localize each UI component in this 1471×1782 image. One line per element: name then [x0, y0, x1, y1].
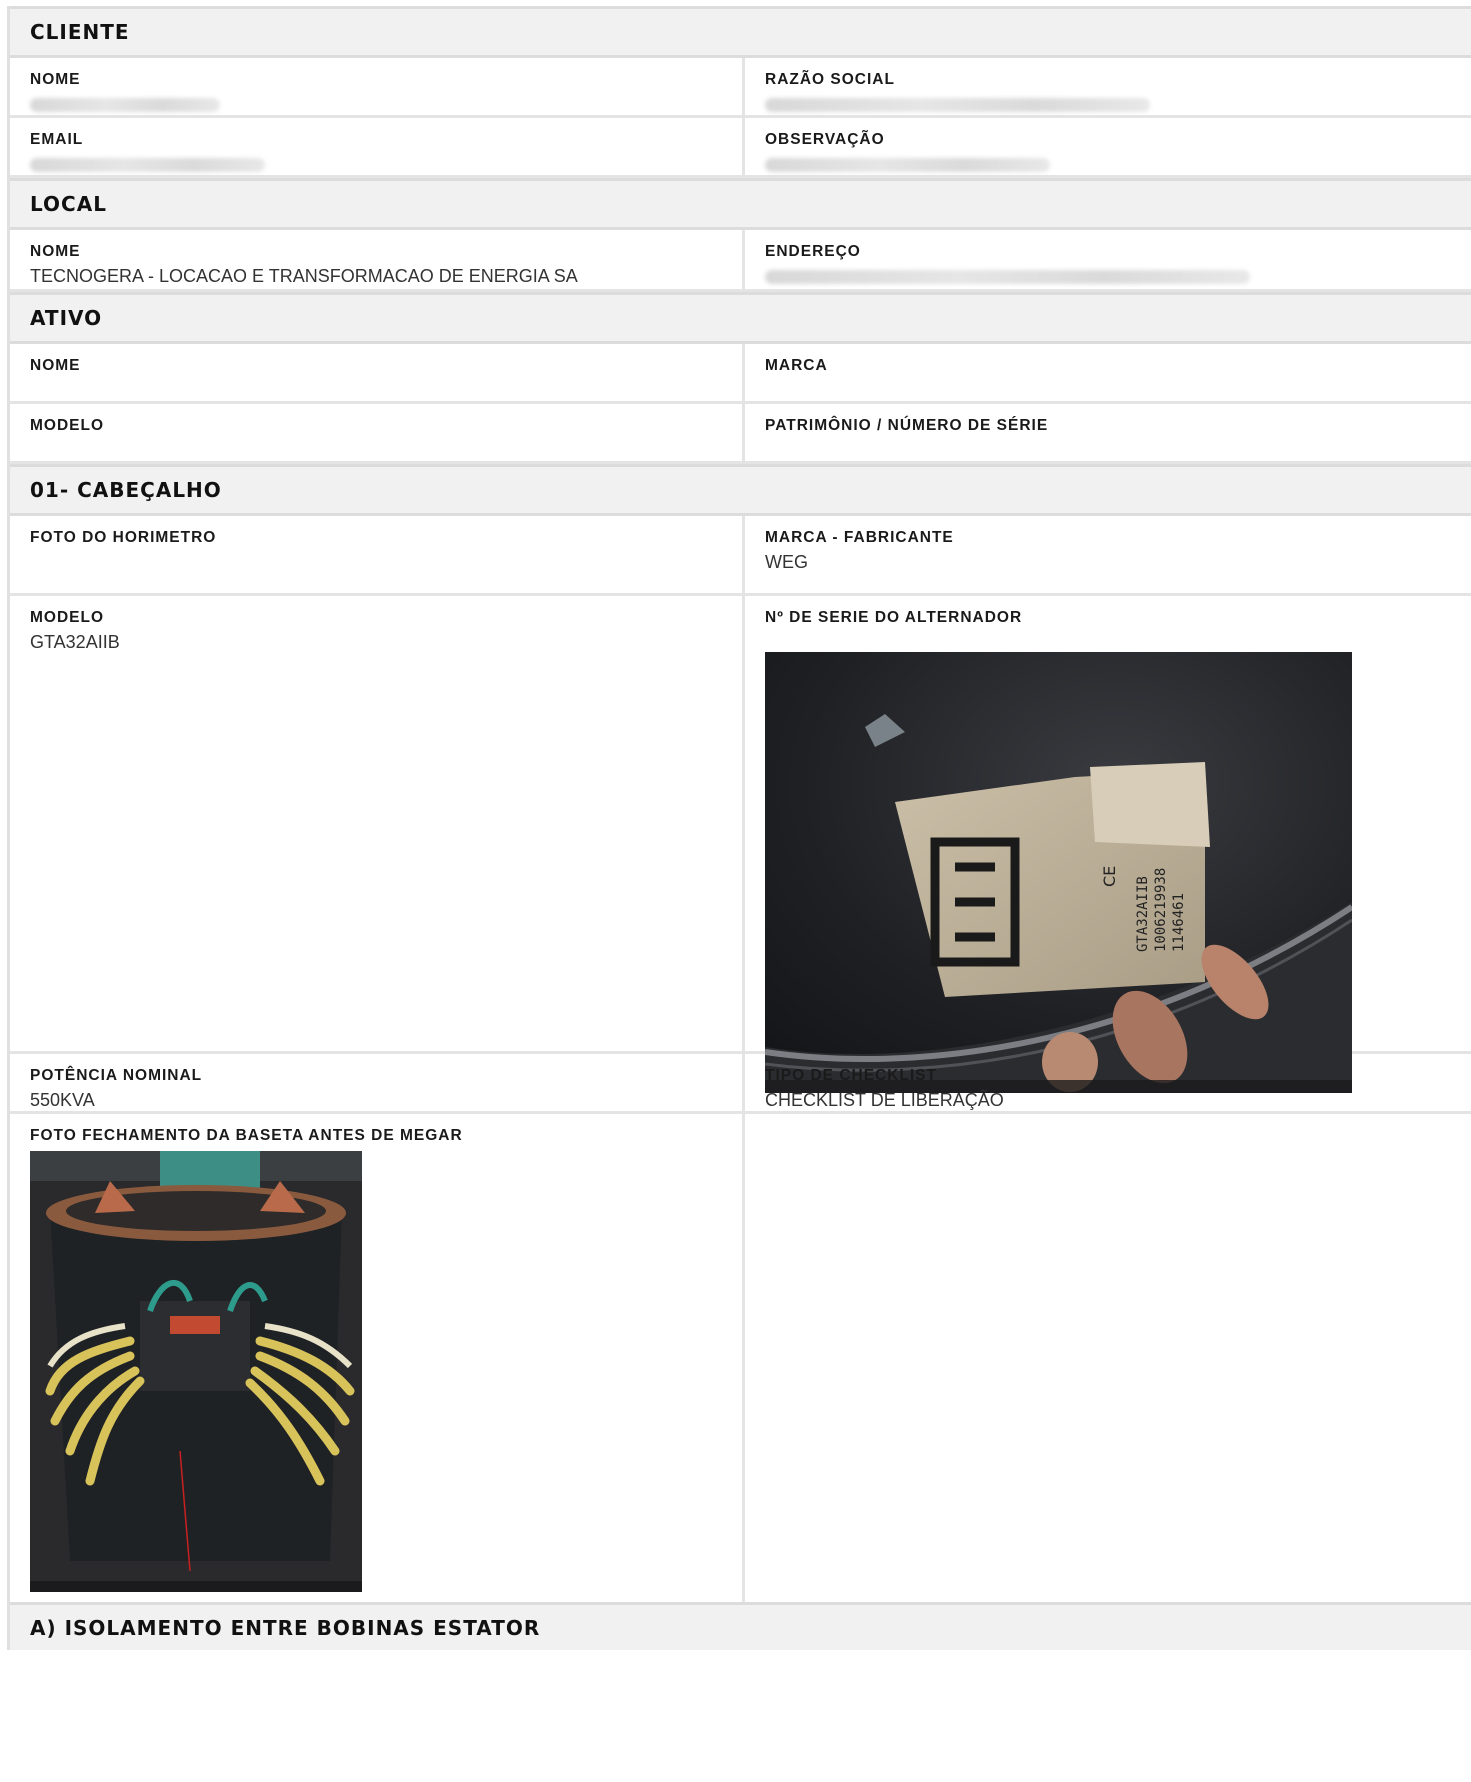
cliente-row-1: NOME RAZÃO SOCIAL — [10, 58, 1471, 118]
section-header-ativo: ATIVO — [10, 292, 1471, 344]
redacted-value — [765, 98, 1150, 112]
cabecalho-row-4: FOTO FECHAMENTO DA BASETA ANTES DE MEGAR — [10, 1114, 1471, 1602]
field-label: MARCA — [765, 357, 828, 374]
serie-alternador-cell: Nº DE SERIE DO ALTERNADOR CE GTA32AIIB 1… — [745, 596, 1471, 1093]
serie-nameplate-photo: CE GTA32AIIB 1006219938 1146461 — [765, 652, 1352, 1093]
svg-text:CE: CE — [1100, 866, 1119, 887]
field-label: FOTO FECHAMENTO DA BASETA ANTES DE MEGAR — [30, 1127, 463, 1144]
modelo-cell: MODELO GTA32AIIB — [10, 596, 745, 1051]
field-value: CHECKLIST DE LIBERAÇÃO — [765, 1090, 1004, 1110]
section-title: ATIVO — [30, 306, 103, 330]
ativo-row-1: NOME MARCA — [10, 344, 1471, 404]
cabecalho-row-2: MODELO GTA32AIIB Nº DE SERIE DO ALTERNAD… — [10, 596, 1471, 1093]
field-value: 550KVA — [30, 1090, 95, 1110]
field-label: TIPO DE CHECKLIST — [765, 1067, 938, 1084]
section-title: 01- CABEÇALHO — [30, 478, 222, 502]
redacted-value — [765, 270, 1250, 284]
field-value: TECNOGERA - LOCACAO E TRANSFORMACAO DE E… — [30, 266, 578, 286]
foto-horimetro-cell: FOTO DO HORIMETRO — [10, 516, 745, 593]
potencia-cell: POTÊNCIA NOMINAL 550KVA — [10, 1054, 745, 1111]
cliente-razao-cell: RAZÃO SOCIAL — [745, 58, 1471, 115]
cliente-row-2: EMAIL OBSERVAÇÃO — [10, 118, 1471, 178]
section-header-cliente: CLIENTE — [10, 6, 1471, 58]
empty-cell — [745, 1114, 1471, 1602]
cliente-obs-cell: OBSERVAÇÃO — [745, 118, 1471, 175]
cliente-nome-cell: NOME — [10, 58, 745, 115]
plate-number-text: 1146461 — [1171, 893, 1187, 952]
field-label: RAZÃO SOCIAL — [765, 71, 895, 88]
field-label: MARCA - FABRICANTE — [765, 529, 954, 546]
cliente-email-cell: EMAIL — [10, 118, 745, 175]
section-header-cabecalho: 01- CABEÇALHO — [10, 464, 1471, 516]
cabecalho-row-3: POTÊNCIA NOMINAL 550KVA TIPO DE CHECKLIS… — [10, 1054, 1471, 1114]
section-title: LOCAL — [30, 192, 107, 216]
local-nome-cell: NOME TECNOGERA - LOCACAO E TRANSFORMACAO… — [10, 230, 745, 289]
section-header-local: LOCAL — [10, 178, 1471, 230]
ativo-row-2: MODELO PATRIMÔNIO / NÚMERO DE SÉRIE — [10, 404, 1471, 464]
field-value: WEG — [765, 552, 808, 572]
field-label: POTÊNCIA NOMINAL — [30, 1067, 203, 1084]
report: CLIENTE NOME RAZÃO SOCIAL EMAIL OBSERVAÇ… — [7, 6, 1471, 1650]
field-label: PATRIMÔNIO / NÚMERO DE SÉRIE — [765, 417, 1049, 434]
field-label: ENDEREÇO — [765, 243, 861, 260]
ativo-patrimonio-cell: PATRIMÔNIO / NÚMERO DE SÉRIE — [745, 404, 1471, 461]
field-label: EMAIL — [30, 131, 84, 148]
field-value: GTA32AIIB — [30, 632, 120, 652]
field-label: MODELO — [30, 609, 105, 626]
section-title: A) ISOLAMENTO ENTRE BOBINAS ESTATOR — [30, 1615, 541, 1640]
ativo-marca-cell: MARCA — [745, 344, 1471, 401]
cabecalho-row-1: FOTO DO HORIMETRO MARCA - FABRICANTE WEG — [10, 516, 1471, 596]
field-label: MODELO — [30, 417, 105, 434]
field-label: NOME — [30, 71, 81, 88]
section-header-isolamento: A) ISOLAMENTO ENTRE BOBINAS ESTATOR — [10, 1602, 1471, 1650]
redacted-value — [30, 158, 265, 172]
local-endereco-cell: ENDEREÇO — [745, 230, 1471, 289]
field-label: NOME — [30, 357, 81, 374]
field-label: NOME — [30, 243, 81, 260]
ativo-modelo-cell: MODELO — [10, 404, 745, 461]
section-title: CLIENTE — [30, 20, 130, 44]
field-label: Nº DE SERIE DO ALTERNADOR — [765, 609, 1023, 626]
redacted-value — [30, 98, 220, 112]
tipo-checklist-cell: TIPO DE CHECKLIST CHECKLIST DE LIBERAÇÃO — [745, 1054, 1471, 1111]
field-label: FOTO DO HORIMETRO — [30, 529, 217, 546]
ativo-nome-cell: NOME — [10, 344, 745, 401]
field-label: OBSERVAÇÃO — [765, 131, 885, 148]
plate-model-text: GTA32AIIB — [1135, 876, 1151, 952]
fechamento-baseta-photo — [30, 1151, 362, 1592]
foto-fechamento-cell: FOTO FECHAMENTO DA BASETA ANTES DE MEGAR — [10, 1114, 745, 1602]
marca-fabricante-cell: MARCA - FABRICANTE WEG — [745, 516, 1471, 593]
plate-serial-text: 1006219938 — [1153, 868, 1169, 952]
redacted-value — [765, 158, 1050, 172]
local-row: NOME TECNOGERA - LOCACAO E TRANSFORMACAO… — [10, 230, 1471, 292]
